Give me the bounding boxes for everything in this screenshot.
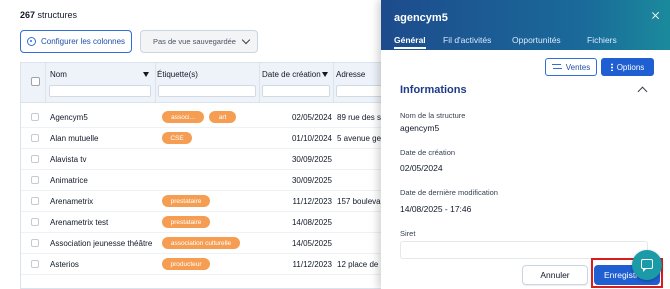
kebab-icon — [610, 63, 613, 71]
row-name: Asterios — [50, 260, 79, 269]
row-checkbox[interactable] — [31, 197, 39, 205]
tag-badge: art — [209, 111, 236, 123]
column-separator — [259, 63, 260, 102]
swap-icon — [551, 63, 562, 71]
tag-badge: producteur — [162, 258, 210, 270]
table-row[interactable]: Association jeunesse théâtre association… — [21, 233, 381, 254]
chevron-down-icon — [241, 35, 251, 45]
table-row[interactable]: Arenametrix test prestataire 14/08/2025 — [21, 212, 381, 233]
active-tab-indicator — [394, 47, 426, 49]
field-label-modified: Date de dernière modification — [400, 188, 498, 197]
ventes-button[interactable]: Ventes — [545, 58, 597, 76]
select-all-checkbox[interactable] — [31, 77, 40, 86]
sort-desc-icon[interactable] — [143, 72, 149, 77]
row-created-date: 02/05/2024 — [291, 113, 332, 122]
settings-icon — [27, 37, 36, 46]
options-button[interactable]: Options — [601, 58, 654, 76]
tab-files[interactable]: Fichiers — [587, 35, 617, 45]
column-header-name[interactable]: Nom — [50, 70, 67, 79]
tag-badge: CSE — [162, 132, 192, 144]
row-name: Alavista tv — [50, 155, 87, 164]
saved-view-select[interactable]: Pas de vue sauvegardée — [140, 30, 258, 53]
column-separator — [45, 63, 46, 102]
saved-view-value: Pas de vue sauvegardée — [153, 37, 236, 46]
column-header-tags[interactable]: Étiquette(s) — [157, 70, 198, 79]
row-address: 157 boulevar — [337, 197, 382, 206]
row-created-date: 30/09/2025 — [291, 176, 332, 185]
chevron-up-icon[interactable] — [637, 86, 648, 97]
filter-tags-input[interactable] — [158, 85, 256, 97]
tag-badge: prestataire — [162, 216, 210, 228]
field-label-created: Date de création — [400, 148, 456, 157]
options-label: Options — [616, 62, 645, 72]
table-row[interactable]: Alan mutuelle CSE 01/10/2024 5 avenue ge… — [21, 128, 381, 149]
row-created-date: 01/10/2024 — [291, 134, 332, 143]
structures-count-number: 267 — [20, 10, 36, 20]
row-created-date: 11/12/2023 — [292, 260, 332, 269]
configure-columns-button[interactable]: Configurer les colonnes — [20, 30, 132, 53]
structure-detail-panel: agencym5 Général Fil d'activités Opportu… — [381, 0, 670, 289]
row-name: Arenametrix test — [50, 218, 109, 227]
structures-count: 267 structures — [20, 10, 77, 20]
siret-input[interactable] — [400, 241, 648, 259]
table-row[interactable]: Alavista tv 30/09/2025 — [21, 149, 381, 170]
row-checkbox[interactable] — [31, 113, 39, 121]
field-value-modified: 14/08/2025 - 17:46 — [400, 204, 472, 214]
row-created-date: 30/09/2025 — [291, 155, 332, 164]
row-address: 12 place de la — [337, 260, 382, 269]
sort-desc-icon[interactable] — [322, 72, 328, 77]
table-row[interactable]: Arenametrix prestataire 11/12/2023 157 b… — [21, 191, 381, 212]
row-address: 89 rue des sé — [337, 113, 382, 122]
panel-title: agencym5 — [394, 12, 448, 24]
row-checkbox[interactable] — [31, 260, 39, 268]
row-checkbox[interactable] — [31, 176, 39, 184]
tag-badge: prestataire — [162, 195, 210, 207]
table-header: Nom Étiquette(s) Date de création Adress… — [21, 63, 381, 103]
row-checkbox[interactable] — [31, 155, 39, 163]
table-row[interactable]: Asterios producteur 11/12/2023 12 place … — [21, 254, 381, 275]
tab-general[interactable]: Général — [394, 35, 426, 45]
column-separator — [155, 63, 156, 102]
field-label-siret: Siret — [400, 229, 416, 238]
row-checkbox[interactable] — [31, 218, 39, 226]
row-name: Alan mutuelle — [50, 134, 99, 143]
filter-created-input[interactable] — [262, 85, 330, 97]
configure-columns-label: Configurer les colonnes — [41, 37, 126, 46]
filter-address-input[interactable] — [336, 85, 381, 97]
row-name: Association jeunesse théâtre — [50, 239, 153, 248]
panel-header: agencym5 Général Fil d'activités Opportu… — [381, 0, 670, 50]
row-created-date: 14/08/2025 — [291, 218, 332, 227]
field-value-structure-name: agencym5 — [400, 123, 440, 133]
chat-icon — [641, 259, 653, 272]
column-header-address[interactable]: Adresse — [336, 70, 365, 79]
row-name: Animatrice — [50, 176, 88, 185]
field-value-created: 02/05/2024 — [400, 163, 443, 173]
row-name: Arenametrix — [50, 197, 94, 206]
tab-activity-feed[interactable]: Fil d'activités — [443, 35, 491, 45]
tab-opportunities[interactable]: Opportunités — [512, 35, 561, 45]
row-name: Agencym5 — [50, 113, 88, 122]
close-icon[interactable] — [651, 11, 660, 20]
row-address: 5 avenue gec — [337, 134, 382, 143]
section-title: Informations — [400, 84, 467, 96]
column-header-created[interactable]: Date de création — [262, 70, 321, 79]
field-label-structure-name: Nom de la structure — [400, 111, 466, 120]
structures-table: Nom Étiquette(s) Date de création Adress… — [20, 62, 382, 289]
tag-badge: association culturelle — [162, 237, 240, 249]
row-created-date: 11/12/2023 — [292, 197, 332, 206]
column-separator — [333, 63, 334, 102]
ventes-label: Ventes — [565, 62, 591, 72]
chat-button[interactable] — [632, 250, 662, 280]
filter-name-input[interactable] — [49, 85, 151, 97]
row-checkbox[interactable] — [31, 134, 39, 142]
tag-badge: associ... — [162, 111, 204, 123]
table-row[interactable]: Agencym5 associ... art 02/05/2024 89 rue… — [21, 107, 381, 128]
structures-count-label: structures — [37, 10, 78, 20]
table-row[interactable]: Animatrice 30/09/2025 — [21, 170, 381, 191]
row-checkbox[interactable] — [31, 239, 39, 247]
cancel-button[interactable]: Annuler — [522, 265, 588, 285]
row-created-date: 14/05/2025 — [291, 239, 332, 248]
